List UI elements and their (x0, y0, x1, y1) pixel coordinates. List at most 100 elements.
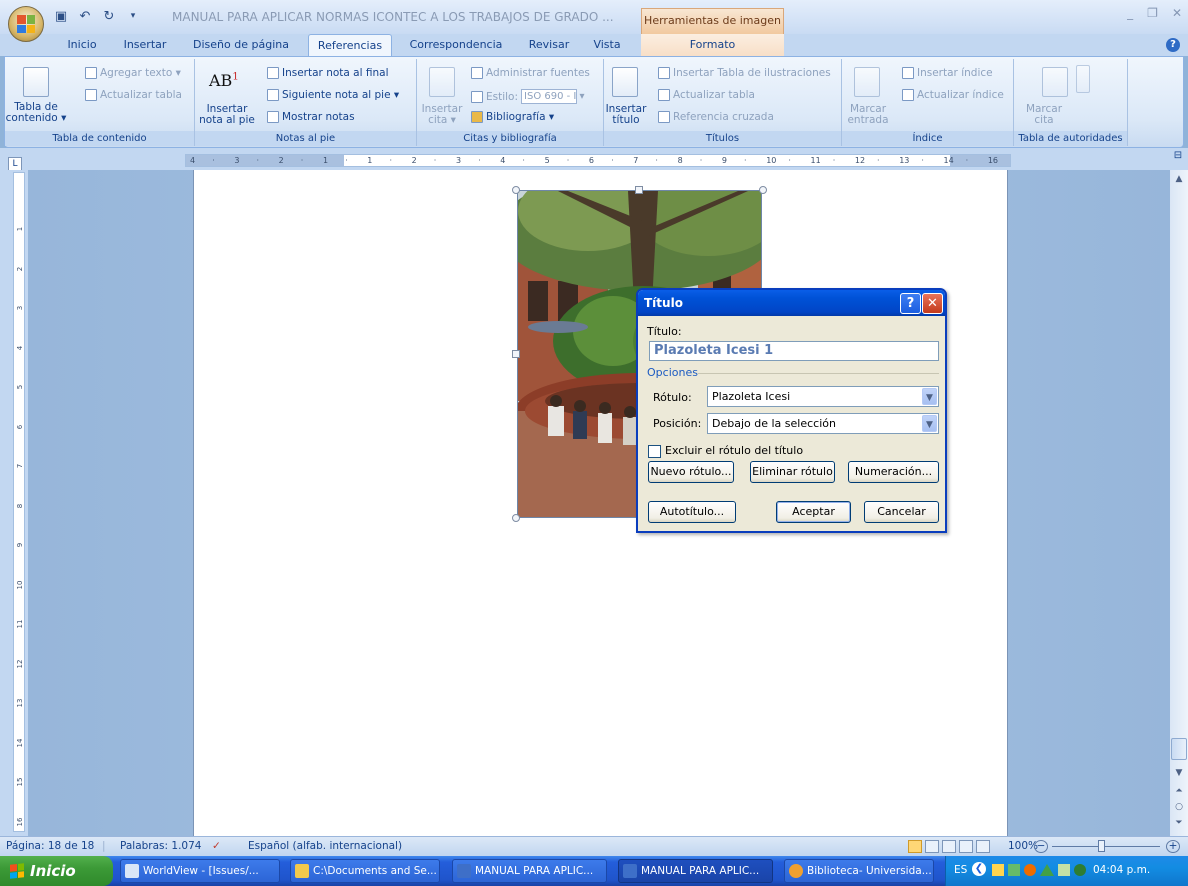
previous-page-icon[interactable]: ⏶ (1171, 784, 1187, 798)
numbering-button[interactable]: Numeración... (848, 461, 939, 483)
zoom-out-icon[interactable]: − (1034, 840, 1048, 853)
word-count[interactable]: Palabras: 1.074 (120, 840, 201, 852)
tab-vista[interactable]: Vista (588, 34, 626, 56)
vertical-ruler[interactable]: 1 2 3 4 5 6 7 8 9 10 11 12 13 14 15 16 (13, 172, 25, 832)
view-ruler-icon[interactable]: ⊟ (1170, 150, 1186, 168)
authorities-table-icon[interactable] (1076, 65, 1090, 93)
save-icon[interactable]: ▣ (52, 7, 70, 25)
taskbar-item-word-1[interactable]: MANUAL PARA APLIC... (452, 859, 607, 883)
outline-view-icon[interactable] (959, 840, 973, 853)
add-text-button[interactable]: Agregar texto ▾ (85, 67, 181, 79)
mail-tray-icon[interactable] (992, 864, 1004, 876)
style-combo[interactable]: ISO 690 - I ▾ (521, 89, 585, 104)
manage-sources-button[interactable]: Administrar fuentes (471, 67, 590, 79)
next-page-icon[interactable]: ⏷ (1171, 816, 1187, 830)
chevron-down-icon[interactable]: ▼ (922, 388, 937, 405)
new-label-button[interactable]: Nuevo rótulo... (648, 461, 734, 483)
full-screen-view-icon[interactable] (925, 840, 939, 853)
exclude-label-checkbox[interactable] (648, 445, 661, 458)
resize-handle-bottom-left[interactable] (512, 514, 520, 522)
next-footnote-button[interactable]: Siguiente nota al pie ▾ (267, 89, 399, 101)
insert-endnote-button[interactable]: Insertar nota al final (267, 67, 388, 79)
chevron-down-icon[interactable]: ▼ (922, 415, 937, 432)
restore-icon[interactable]: ❐ (1147, 6, 1158, 20)
bibliography-button[interactable]: Bibliografía ▾ (471, 111, 554, 123)
redo-icon[interactable]: ↻ (100, 7, 118, 25)
insert-citation-button[interactable]: Insertar cita ▾ (417, 104, 467, 126)
warning-tray-icon[interactable] (1040, 864, 1054, 876)
resize-handle-top[interactable] (635, 186, 643, 194)
browse-object-icon[interactable]: ○ (1171, 800, 1187, 814)
autocaption-button[interactable]: Autotítulo... (648, 501, 736, 523)
draft-view-icon[interactable] (976, 840, 990, 853)
print-layout-view-icon[interactable] (908, 840, 922, 853)
web-layout-view-icon[interactable] (942, 840, 956, 853)
zoom-slider-thumb[interactable] (1098, 840, 1105, 852)
spelling-check-icon[interactable]: ✓ (212, 840, 221, 852)
mark-entry-button[interactable]: Marcar entrada (842, 104, 894, 126)
language-indicator[interactable]: ES (954, 864, 967, 876)
tab-revisar[interactable]: Revisar (522, 34, 576, 56)
vertical-scrollbar[interactable]: ▲ ▼ ⏶ ○ ⏷ (1170, 170, 1188, 836)
help-button[interactable]: ? (900, 293, 921, 314)
horizontal-ruler[interactable]: 4 · 3 · 2 · 1 · 1 · 2 · 3 · 4 · 5 · 6 · 7 · 8 · 9 · 10 · 11 · 12 · 13 · 14… (185, 154, 1011, 167)
cross-reference-button[interactable]: Referencia cruzada (658, 111, 774, 123)
close-window-icon[interactable]: ✕ (1172, 6, 1182, 20)
tab-inicio[interactable]: Inicio (58, 34, 106, 56)
taskbar-item-word-2[interactable]: MANUAL PARA APLIC... (618, 859, 773, 883)
zoom-in-icon[interactable]: + (1166, 840, 1180, 853)
ok-button[interactable]: Aceptar (776, 501, 851, 523)
scroll-up-icon[interactable]: ▲ (1171, 172, 1187, 186)
cancel-button[interactable]: Cancelar (864, 501, 939, 523)
delete-label-button[interactable]: Eliminar rótulo (750, 461, 835, 483)
tab-selector[interactable]: L (8, 157, 22, 171)
style-selector[interactable]: Estilo: ISO 690 - I ▾ (471, 89, 585, 104)
tab-insertar[interactable]: Insertar (116, 34, 174, 56)
clock[interactable]: 04:04 p.m. (1093, 864, 1150, 876)
scroll-thumb[interactable] (1171, 738, 1187, 760)
minimize-icon[interactable]: _ (1127, 6, 1133, 20)
tab-correspondencia[interactable]: Correspondencia (404, 34, 508, 56)
tab-formato[interactable]: Formato (641, 34, 784, 56)
update-figures-table-button[interactable]: Actualizar tabla (658, 89, 755, 101)
help-icon[interactable]: ? (1166, 38, 1180, 52)
update-tray-icon[interactable] (1074, 864, 1086, 876)
toc-button[interactable]: Tabla de contenido ▾ (5, 102, 67, 124)
page-count[interactable]: Página: 18 de 18 (6, 840, 94, 852)
undo-icon[interactable]: ↶ (76, 7, 94, 25)
mark-citation-button[interactable]: Marcar cita (1014, 104, 1074, 126)
tab-referencias[interactable]: Referencias (308, 34, 392, 56)
resize-handle-top-left[interactable] (512, 186, 520, 194)
customize-qat-icon[interactable]: ▾ (124, 7, 142, 25)
zoom-slider[interactable] (1052, 846, 1160, 847)
ruler-tick: · (345, 156, 348, 165)
start-button[interactable]: Inicio (0, 856, 113, 886)
taskbar-item-explorer[interactable]: C:\Documents and Se... (290, 859, 440, 883)
show-notes-button[interactable]: Mostrar notas (267, 111, 355, 123)
network-tray-icon[interactable] (1008, 864, 1020, 876)
caption-input[interactable]: Plazoleta Icesi 1 (649, 341, 939, 361)
update-index-button[interactable]: Actualizar índice (902, 89, 1004, 101)
insert-footnote-button[interactable]: Insertar nota al pie (199, 104, 255, 126)
taskbar-item-browser[interactable]: Biblioteca- Universida... (784, 859, 934, 883)
tab-diseno-pagina[interactable]: Diseño de página (188, 34, 294, 56)
office-button[interactable] (8, 6, 44, 42)
scroll-down-icon[interactable]: ▼ (1171, 766, 1187, 780)
insert-caption-button[interactable]: Insertar título (604, 104, 648, 126)
taskbar-item-worldview[interactable]: WorldView - [Issues/... (120, 859, 280, 883)
resize-handle-left[interactable] (512, 350, 520, 358)
language-status[interactable]: Español (alfab. internacional) (248, 840, 402, 852)
close-dialog-button[interactable]: ✕ (922, 293, 943, 314)
label-combo[interactable]: Plazoleta Icesi ▼ (707, 386, 939, 407)
insert-index-button[interactable]: Insertar índice (902, 67, 993, 79)
update-table-button[interactable]: Actualizar tabla (85, 89, 182, 101)
antivirus-tray-icon[interactable] (1024, 864, 1036, 876)
insert-footnote-line2: nota al pie (199, 114, 255, 126)
vertical-ruler-tick: 3 (16, 305, 24, 311)
volume-tray-icon[interactable] (1058, 864, 1070, 876)
tray-expand-icon[interactable]: ❮ (972, 862, 986, 876)
insert-table-of-figures-button[interactable]: Insertar Tabla de ilustraciones (658, 67, 831, 79)
next-footnote-label: Siguiente nota al pie ▾ (282, 89, 400, 101)
resize-handle-top-right[interactable] (759, 186, 767, 194)
position-combo[interactable]: Debajo de la selección ▼ (707, 413, 939, 434)
